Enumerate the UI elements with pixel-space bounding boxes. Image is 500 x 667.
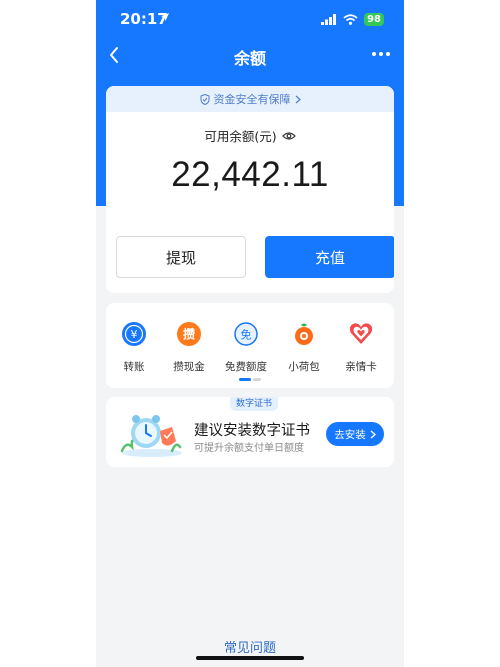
- eye-icon[interactable]: [281, 131, 296, 141]
- service-free-quota[interactable]: 免 免费额度: [218, 321, 274, 374]
- home-indicator: [196, 656, 304, 660]
- alarm-clock-shield-illustration: [120, 415, 182, 457]
- service-label: 亲情卡: [345, 361, 377, 373]
- app-screen: 20:17 98 余额 资金安全有保障 可用余额(元) 22,442.11 提现…: [96, 0, 404, 667]
- status-indicators: 98: [321, 12, 384, 26]
- shield-icon: [200, 93, 209, 105]
- install-button[interactable]: 去安装: [326, 422, 384, 446]
- service-label: 转账: [123, 361, 145, 373]
- status-bar: 20:17 98: [96, 0, 404, 38]
- recharge-button[interactable]: 充值: [265, 236, 394, 278]
- chevron-right-icon: [370, 429, 376, 439]
- balance-label: 可用余额(元): [204, 129, 277, 144]
- service-family-card[interactable]: 亲情卡: [333, 321, 389, 374]
- services-card: ¥ 转账 攒 攒现金 免 免费额度 小荷包 亲情卡: [106, 303, 394, 388]
- svg-text:免: 免: [241, 328, 252, 342]
- small-wallet-icon: [295, 323, 313, 345]
- certificate-subtitle: 可提升余额支付单日额度: [194, 443, 304, 454]
- page-dot: [253, 378, 261, 381]
- balance-label-row: 可用余额(元): [106, 126, 394, 145]
- free-quota-icon: 免: [234, 322, 258, 346]
- service-label: 免费额度: [225, 361, 267, 373]
- transfer-icon: ¥: [122, 322, 146, 346]
- nav-bar: 余额: [96, 38, 404, 72]
- certificate-tag: 数字证书: [230, 397, 279, 411]
- faq-link[interactable]: 常见问题: [96, 637, 404, 656]
- service-transfer[interactable]: ¥ 转账: [106, 321, 162, 374]
- install-button-label: 去安装: [334, 428, 366, 441]
- family-card-icon: [349, 323, 373, 344]
- page-title: 余额: [233, 49, 266, 68]
- service-small-wallet[interactable]: 小荷包: [276, 321, 332, 374]
- certificate-title: 建议安装数字证书: [194, 423, 310, 439]
- action-buttons: 提现 充值: [116, 236, 394, 278]
- withdraw-button[interactable]: 提现: [116, 236, 246, 278]
- service-save-cash[interactable]: 攒 攒现金: [161, 321, 217, 374]
- svg-text:¥: ¥: [131, 328, 138, 341]
- balance-amount: 22,442.11: [171, 155, 329, 194]
- safety-text: 资金安全有保障: [213, 93, 291, 106]
- page-dot-active: [239, 378, 251, 381]
- location-arrow-icon: [161, 13, 169, 21]
- wifi-icon: [343, 13, 358, 25]
- safety-banner[interactable]: 资金安全有保障: [106, 86, 394, 112]
- more-options-icon[interactable]: [372, 52, 390, 56]
- svg-text:攒: 攒: [183, 327, 195, 342]
- save-cash-icon: 攒: [177, 322, 201, 346]
- service-label: 小荷包: [288, 361, 320, 373]
- page-indicator: [239, 378, 261, 381]
- balance-card: 资金安全有保障 可用余额(元) 22,442.11 提现 充值: [106, 86, 394, 293]
- signal-icon: [321, 13, 337, 25]
- certificate-promo-card[interactable]: 数字证书 建议安装数字证书 可提升余额支付单日额度 去安装: [106, 397, 394, 467]
- chevron-right-icon: [295, 95, 301, 103]
- service-label: 攒现金: [173, 361, 205, 373]
- battery-indicator: 98: [364, 12, 384, 26]
